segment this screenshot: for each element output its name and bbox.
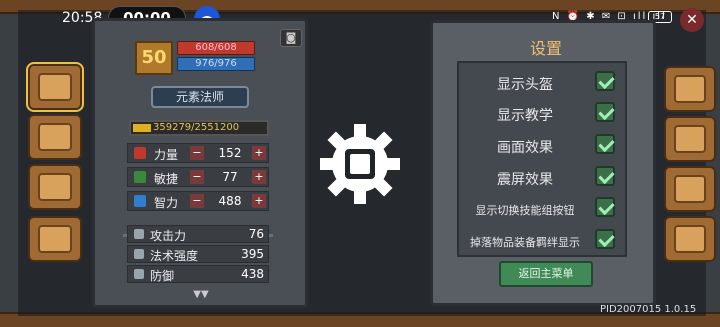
- attribute-name: 智力: [154, 196, 179, 210]
- book-menu-button[interactable]: [26, 62, 84, 112]
- setting-checkbox[interactable]: [595, 197, 615, 217]
- setting-checkbox[interactable]: [595, 71, 615, 91]
- settings-title: 设置: [529, 39, 562, 58]
- attribute-row-intelligence: 智力 − 488 +: [127, 191, 269, 211]
- decrease-agility-button[interactable]: −: [190, 170, 204, 184]
- setting-label: 显示头盔: [497, 77, 553, 93]
- return-main-menu-button[interactable]: 返回主菜单: [499, 261, 593, 287]
- setting-checkbox[interactable]: [595, 134, 615, 154]
- compass-icon: [674, 175, 706, 203]
- attribute-row-agility: 敏捷 − 77 +: [127, 167, 269, 187]
- stat-name: 防御: [150, 269, 175, 283]
- chest-menu-button[interactable]: [28, 114, 82, 160]
- mp-bar: 976/976: [177, 57, 255, 71]
- exp-text: 359279/2551200: [153, 122, 240, 133]
- camera-icon[interactable]: ◙: [280, 29, 302, 47]
- setting-label: 画面效果: [497, 140, 553, 156]
- exp-bar: 359279/2551200: [129, 120, 269, 136]
- bag-menu-button[interactable]: [28, 164, 82, 210]
- attribute-name: 敏捷: [154, 172, 179, 186]
- setting-checkbox[interactable]: [595, 102, 615, 122]
- close-button[interactable]: ✕: [680, 8, 704, 32]
- attribute-name: 力量: [154, 148, 179, 162]
- increase-agility-button[interactable]: +: [252, 170, 266, 184]
- setting-label: 显示切换技能组按钮: [475, 204, 575, 217]
- setting-label: 掉落物品装备羁绊显示: [470, 236, 580, 249]
- talents-menu-button[interactable]: [664, 166, 716, 212]
- class-name: 元素法师: [151, 86, 249, 108]
- stat-row-spell-power: 法术强度 395: [127, 245, 269, 263]
- setting-checkbox[interactable]: [595, 166, 615, 186]
- setting-show-tutorial[interactable]: 显示教学: [459, 102, 625, 124]
- increase-strength-button[interactable]: +: [252, 146, 266, 160]
- intelligence-icon: [134, 195, 146, 207]
- agility-icon: [134, 171, 146, 183]
- stat-value: 395: [241, 247, 264, 261]
- setting-checkbox[interactable]: [595, 229, 615, 249]
- setting-screen-shake[interactable]: 震屏效果: [459, 166, 625, 188]
- decrease-intelligence-button[interactable]: −: [190, 194, 204, 208]
- stat-row-attack: 攻击力 76: [127, 225, 269, 243]
- character-stats-panel: 50 608/608 976/976 ◙ 元素法师 359279/2551200…: [92, 18, 308, 308]
- skills-menu-button[interactable]: [664, 116, 716, 162]
- setting-show-helmet[interactable]: 显示头盔: [459, 71, 625, 93]
- gear-icon: [674, 225, 706, 253]
- hero-menu-button[interactable]: [664, 66, 716, 112]
- version-label: PID2007015 1.0.15: [600, 304, 697, 315]
- stat-row-defense: 防御 438: [127, 265, 269, 283]
- wand-icon: [134, 249, 144, 259]
- decrease-strength-button[interactable]: −: [190, 146, 204, 160]
- chest-icon: [38, 123, 72, 151]
- sword-icon: [134, 229, 144, 239]
- attribute-value: 152: [218, 146, 242, 160]
- attribute-value: 77: [222, 170, 238, 184]
- stat-name: 攻击力: [150, 229, 187, 243]
- settings-options-list: 显示头盔 显示教学 画面效果 震屏效果 显示切换技能组按钮 掉落物品装备羁绊显示: [457, 61, 627, 257]
- attribute-value: 488: [218, 194, 242, 208]
- helmet-menu-button[interactable]: [28, 216, 82, 262]
- stat-value: 76: [248, 227, 264, 241]
- scroll-down-icon[interactable]: ▼▼: [185, 289, 217, 301]
- crossed-swords-icon: [674, 125, 706, 153]
- helmet-icon: [38, 225, 72, 253]
- exp-bar-fill: [133, 124, 151, 132]
- setting-skill-switch-button[interactable]: 显示切换技能组按钮: [459, 197, 625, 219]
- setting-drop-set-display[interactable]: 掉落物品装备羁绊显示: [459, 229, 625, 251]
- level-badge: 50: [135, 41, 173, 75]
- shield-icon: [134, 269, 144, 279]
- stat-value: 438: [241, 267, 264, 281]
- setting-label: 显示教学: [497, 108, 553, 124]
- hero-icon: [674, 75, 706, 103]
- setting-label: 震屏效果: [497, 172, 553, 188]
- stat-name: 法术强度: [150, 249, 199, 263]
- strength-icon: [134, 147, 146, 159]
- increase-intelligence-button[interactable]: +: [252, 194, 266, 208]
- book-icon: [38, 73, 72, 101]
- hp-bar: 608/608: [177, 41, 255, 55]
- attribute-row-strength: 力量 − 152 +: [127, 143, 269, 163]
- setting-visual-effects[interactable]: 画面效果: [459, 134, 625, 156]
- settings-panel: 设置 显示头盔 显示教学 画面效果 震屏效果 显示切换技能组按钮 掉落物品装备羁…: [430, 20, 656, 306]
- settings-gear-icon: [318, 122, 402, 206]
- bag-icon: [38, 173, 72, 201]
- settings-menu-button[interactable]: [664, 216, 716, 262]
